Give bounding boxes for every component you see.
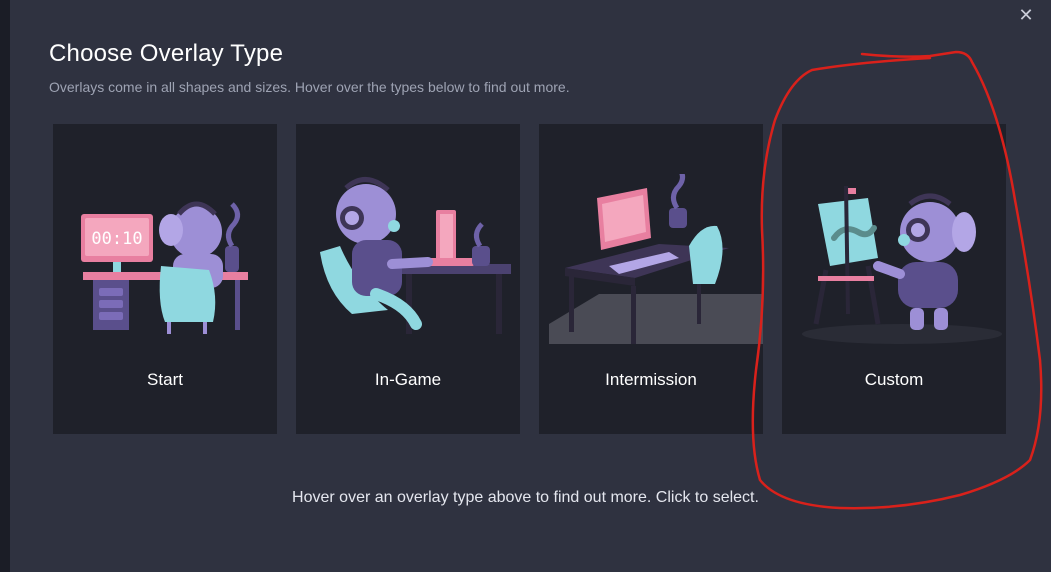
- timer-desk-illustration: 00:10: [81, 201, 248, 334]
- painter-easel-illustration: [802, 185, 1002, 344]
- overlay-card-start[interactable]: 00:10 Start: [53, 124, 277, 434]
- dialog-subtitle: Overlays come in all shapes and sizes. H…: [49, 79, 570, 95]
- overlay-card-intermission-label: Intermission: [605, 370, 697, 389]
- dialog-title: Choose Overlay Type: [49, 40, 284, 67]
- selection-hint: Hover over an overlay type above to find…: [292, 489, 759, 506]
- left-edge-strip: [0, 0, 10, 572]
- overlay-card-in-game-label: In-Game: [374, 370, 442, 389]
- overlay-card-custom-label: Custom: [864, 370, 924, 389]
- overlay-card-custom[interactable]: Custom: [782, 124, 1006, 434]
- close-icon[interactable]: ✕: [1017, 6, 1035, 24]
- overlay-card-in-game[interactable]: In-Game: [296, 124, 520, 434]
- gaming-desk-illustration: [320, 177, 511, 334]
- overlay-type-grid: 00:10 Start In-Game Intermission Custom: [53, 124, 1006, 434]
- overlay-card-intermission[interactable]: Intermission: [539, 124, 763, 434]
- timer-text: 00:10: [91, 229, 142, 249]
- overlay-card-start-label: Start: [147, 370, 183, 389]
- empty-desk-illustration: [549, 174, 763, 344]
